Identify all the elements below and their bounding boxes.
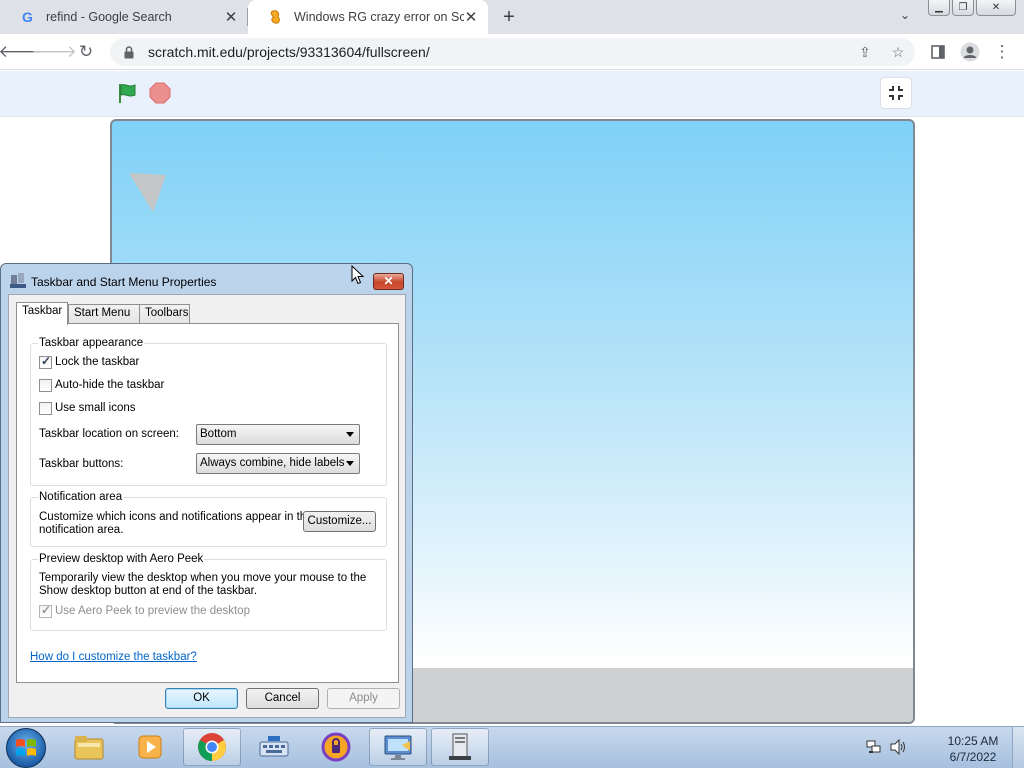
- window-controls: ▁ ❐ ✕: [928, 0, 1024, 18]
- media-player-icon: [138, 735, 162, 759]
- tab-start-menu[interactable]: Start Menu: [68, 304, 140, 324]
- small-icons-label: Use small icons: [55, 402, 136, 414]
- aero-peek-label: Use Aero Peek to preview the desktop: [55, 605, 250, 617]
- auto-hide-label: Auto-hide the taskbar: [55, 379, 165, 391]
- aero-peek-checkbox[interactable]: [39, 603, 52, 618]
- aero-text-line2: Show desktop button at end of the taskba…: [39, 585, 258, 597]
- taskbar-buttons-label: Taskbar buttons:: [39, 458, 124, 470]
- lock-icon[interactable]: [122, 45, 136, 59]
- folder-icon: [74, 736, 104, 760]
- scratch-controls-bar: [0, 71, 1024, 117]
- browser-toolbar: 🡐 🡒 ↻ scratch.mit.edu/projects/93313604/…: [0, 34, 1024, 70]
- location-label: Taskbar location on screen:: [39, 428, 179, 440]
- clock-time: 10:25 AM: [947, 734, 999, 748]
- apply-button[interactable]: Apply: [327, 688, 400, 709]
- dialog-body: Taskbar Start Menu Toolbars Taskbar appe…: [8, 294, 406, 718]
- taskbar-appearance-group: Taskbar appearance Lock the taskbar Auto…: [30, 337, 387, 486]
- exit-fullscreen-button[interactable]: [880, 77, 912, 109]
- small-icons-checkbox[interactable]: [39, 402, 52, 415]
- taskbar-browser[interactable]: [307, 728, 365, 766]
- server-icon: [449, 733, 471, 760]
- tab-toolbars[interactable]: Toolbars: [139, 304, 190, 324]
- green-flag-icon[interactable]: [116, 82, 138, 104]
- notification-text-line2: notification area.: [39, 524, 124, 536]
- google-g-icon: G: [20, 9, 36, 25]
- tab-close-icon[interactable]: ✕: [222, 8, 240, 26]
- taskbar-explorer[interactable]: [60, 728, 118, 766]
- tab-title: refind - Google Search: [46, 10, 172, 24]
- taskbar-properties-dialog: Taskbar and Start Menu Properties ✕ Task…: [0, 263, 413, 723]
- address-bar[interactable]: scratch.mit.edu/projects/93313604/fullsc…: [110, 38, 915, 66]
- windows-logo-icon: [16, 739, 36, 756]
- group-title: Notification area: [38, 491, 124, 503]
- mouse-cursor-icon: [351, 264, 365, 285]
- tab-scratch[interactable]: Windows RG crazy error on Scratch ✕: [248, 0, 488, 34]
- reload-icon[interactable]: ↻: [74, 40, 98, 64]
- clock-date: 6/7/2022: [949, 750, 997, 764]
- show-desktop-button[interactable]: [1012, 727, 1024, 768]
- dropdown-arrow-icon: [346, 432, 354, 437]
- scratch-icon: [268, 9, 284, 25]
- chrome-icon: [198, 733, 226, 761]
- tab-title: Windows RG crazy error on Scratch: [294, 10, 464, 24]
- url-text: scratch.mit.edu/projects/93313604/fullsc…: [148, 44, 430, 60]
- taskbar-remote-desktop[interactable]: [369, 728, 427, 766]
- taskbar-media-player[interactable]: [121, 728, 179, 766]
- taskbar-location-select[interactable]: Bottom: [196, 424, 360, 445]
- taskbar-clock[interactable]: 10:25 AM 6/7/2022: [938, 733, 1008, 765]
- screen: G refind - Google Search ✕ Windows RG cr…: [0, 0, 1024, 768]
- taskbar-server[interactable]: [431, 728, 489, 766]
- kebab-menu-icon[interactable]: ⋮: [990, 40, 1014, 64]
- dialog-title: Taskbar and Start Menu Properties: [31, 275, 217, 289]
- start-button[interactable]: [6, 728, 46, 768]
- network-icon[interactable]: [866, 739, 882, 758]
- group-title: Taskbar appearance: [38, 337, 145, 349]
- help-link[interactable]: How do I customize the taskbar?: [30, 651, 197, 663]
- aero-text-line1: Temporarily view the desktop when you mo…: [39, 572, 367, 584]
- new-tab-button[interactable]: +: [498, 6, 520, 28]
- back-arrow-icon[interactable]: 🡐: [0, 40, 44, 64]
- keyboard-icon: [259, 736, 289, 757]
- restore-button[interactable]: ❐: [952, 0, 974, 16]
- tab-close-icon[interactable]: ✕: [462, 8, 480, 26]
- taskbar-buttons-value: Always combine, hide labels: [200, 457, 345, 469]
- dropdown-arrow-icon: [346, 461, 354, 466]
- tab-taskbar[interactable]: Taskbar: [16, 302, 68, 325]
- profile-avatar-icon[interactable]: [958, 40, 982, 64]
- taskbar-on-screen-keyboard[interactable]: [245, 728, 303, 766]
- minimize-button[interactable]: ▁: [928, 0, 950, 16]
- aero-peek-group: Preview desktop with Aero Peek Temporari…: [30, 553, 387, 631]
- windows-taskbar: 10:25 AM 6/7/2022: [0, 726, 1024, 768]
- taskbar-location-value: Bottom: [200, 428, 237, 440]
- notification-area-group: Notification area Customize which icons …: [30, 491, 387, 547]
- dialog-close-button[interactable]: ✕: [373, 273, 404, 290]
- browser-tab-strip: G refind - Google Search ✕ Windows RG cr…: [0, 0, 1024, 34]
- forward-arrow-icon[interactable]: 🡒: [31, 40, 77, 64]
- svg-text:G: G: [22, 9, 33, 25]
- exit-fullscreen-icon: [889, 86, 903, 100]
- taskbar-chrome[interactable]: [183, 728, 241, 766]
- lock-taskbar-checkbox[interactable]: [39, 354, 52, 369]
- bookmark-star-icon[interactable]: ☆: [890, 44, 906, 60]
- notification-text-line1: Customize which icons and notifications …: [39, 511, 313, 523]
- taskbar-properties-icon: [10, 272, 26, 288]
- side-panel-icon[interactable]: [926, 40, 950, 64]
- ok-button[interactable]: OK: [165, 688, 238, 709]
- window-close-button[interactable]: ✕: [976, 0, 1016, 16]
- customize-button[interactable]: Customize...: [303, 511, 376, 532]
- taskbar-buttons-select[interactable]: Always combine, hide labels: [196, 453, 360, 474]
- taskbar-tab-panel: Taskbar appearance Lock the taskbar Auto…: [16, 323, 399, 683]
- cancel-button[interactable]: Cancel: [246, 688, 319, 709]
- lock-taskbar-label: Lock the taskbar: [55, 356, 140, 368]
- tab-search-chevron-icon[interactable]: ⌄: [896, 8, 914, 26]
- volume-icon[interactable]: [890, 738, 908, 758]
- auto-hide-checkbox[interactable]: [39, 379, 52, 392]
- group-title: Preview desktop with Aero Peek: [38, 553, 205, 565]
- share-icon[interactable]: ⇪: [857, 44, 873, 60]
- browser-shield-icon: [321, 732, 351, 762]
- tab-google-search[interactable]: G refind - Google Search ✕: [0, 0, 248, 34]
- triangle-sprite[interactable]: [129, 171, 167, 213]
- stop-sign-icon[interactable]: [149, 82, 171, 104]
- remote-desktop-icon: [384, 735, 412, 760]
